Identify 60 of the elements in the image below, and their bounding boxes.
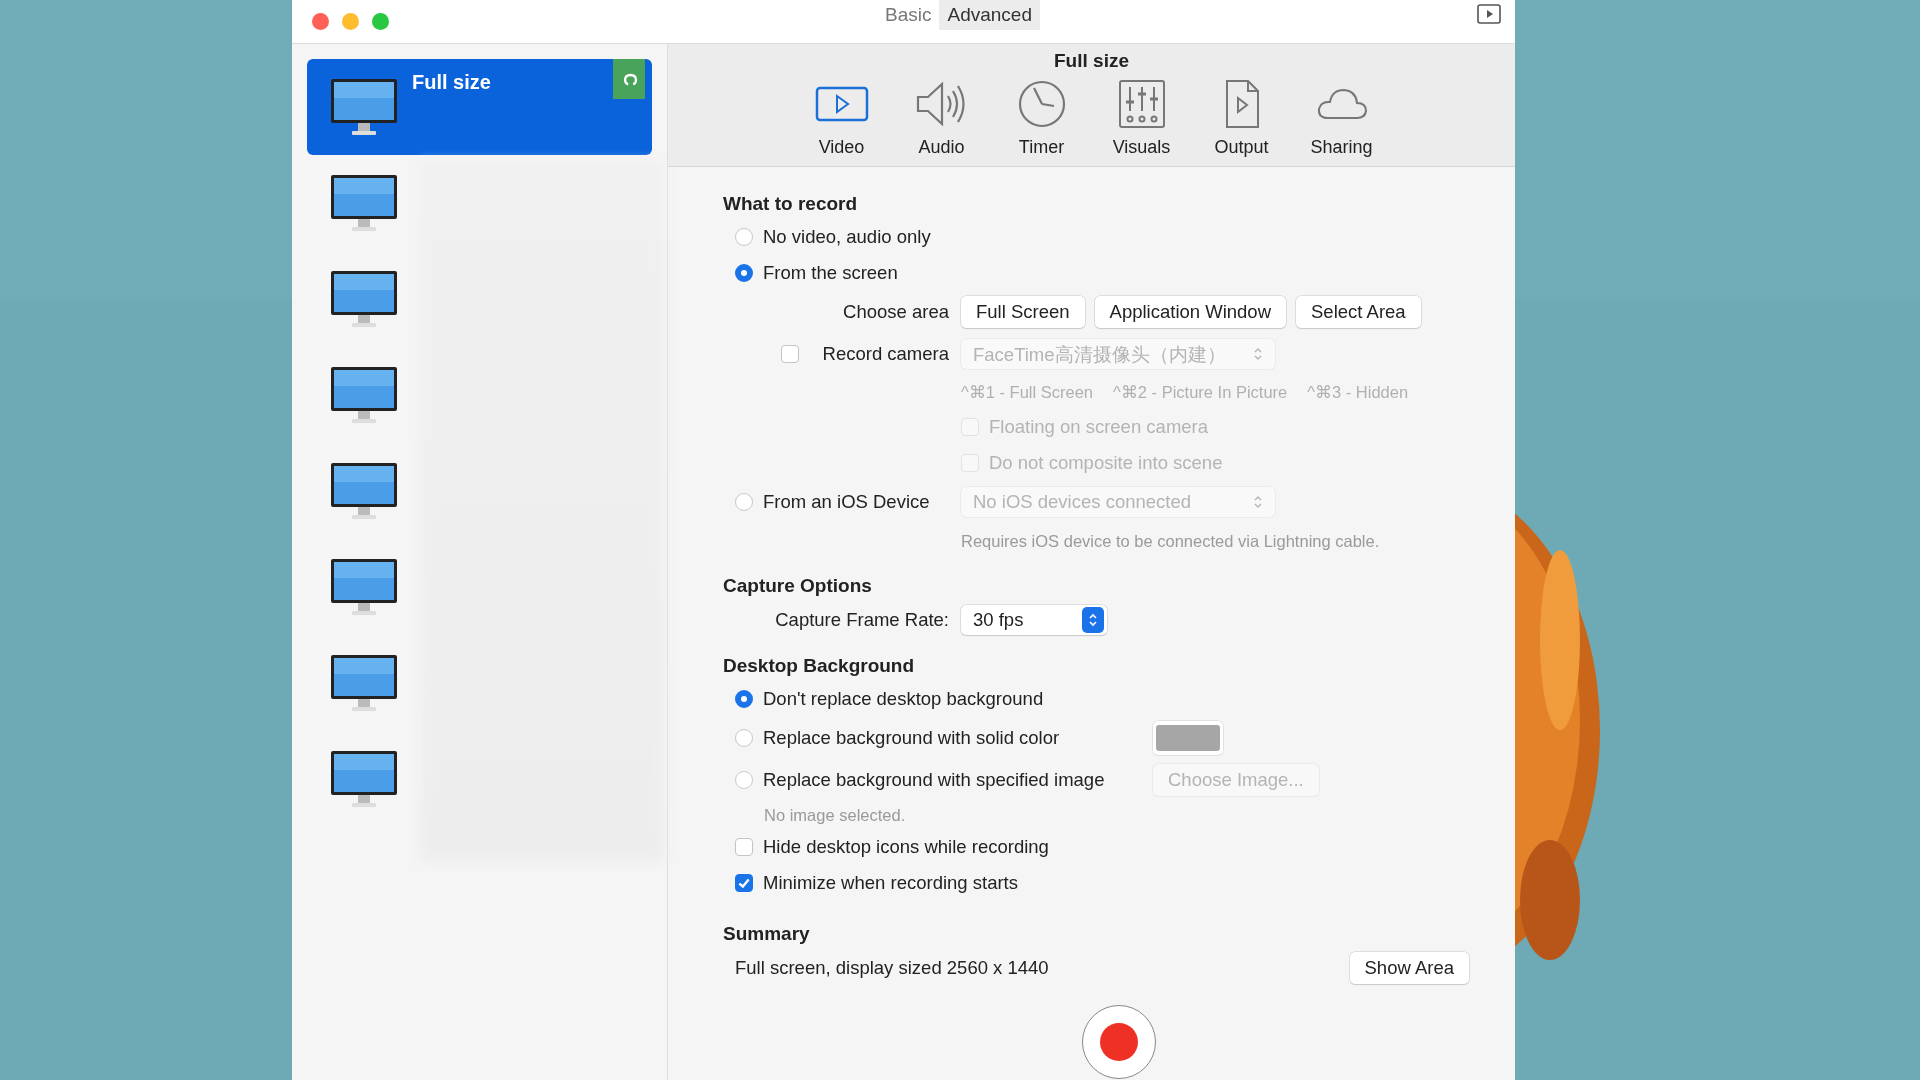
radio-button[interactable] — [735, 264, 753, 282]
option-label: Replace background with solid color — [763, 727, 1061, 749]
option-label: Don't replace desktop background — [763, 688, 1045, 710]
mode-tab[interactable]: Advanced — [939, 0, 1040, 30]
section-heading: Capture Options — [723, 574, 873, 598]
shortcut-hint: ^⌘2 - Picture In Picture — [1113, 382, 1288, 402]
toolbar-tab[interactable]: Timer — [995, 78, 1088, 158]
monitor-icon — [330, 462, 398, 520]
radio-button[interactable] — [735, 690, 753, 708]
toolbar-tab[interactable]: Video — [795, 78, 888, 158]
checkbox[interactable] — [735, 874, 753, 892]
shortcut-hint: ^⌘3 - Hidden — [1307, 382, 1409, 402]
section-heading: What to record — [723, 192, 859, 216]
monitor-icon — [330, 78, 398, 136]
chevron-icon — [1253, 346, 1263, 362]
item-title: Full size — [412, 71, 491, 94]
close-button[interactable] — [312, 13, 329, 30]
monitor-icon — [330, 558, 398, 616]
chevron-icon — [1253, 494, 1263, 510]
radio-button[interactable] — [735, 228, 753, 246]
option-label: No video, audio only — [763, 226, 931, 248]
monitor-icon — [330, 654, 398, 712]
summary-text: Full screen, display sized 2560 x 1440 — [735, 957, 1049, 979]
monitor-icon — [330, 270, 398, 328]
option-label: Replace background with specified image — [763, 769, 1106, 791]
option-label: Hide desktop icons while recording — [763, 836, 1049, 858]
play-icon[interactable] — [1477, 4, 1501, 24]
toolbar-tab[interactable]: Audio — [895, 78, 988, 158]
toolbar-tab[interactable]: Sharing — [1295, 78, 1388, 158]
option-label: Floating on screen camera — [989, 416, 1209, 438]
hint-text: No image selected. — [764, 805, 906, 825]
show-area-button[interactable]: Show Area — [1349, 952, 1469, 984]
shortcut-hint: ^⌘1 - Full Screen — [961, 382, 1094, 402]
hint-text: Requires iOS device to be connected via Lightning cable. — [961, 531, 1380, 551]
field-label: Record camera — [822, 343, 949, 365]
option-label: Minimize when recording starts — [763, 872, 1018, 894]
monitor-icon — [330, 174, 398, 232]
option-label: From an iOS Device — [763, 491, 930, 513]
area-button[interactable]: Select Area — [1296, 296, 1421, 328]
area-button[interactable]: Full Screen — [961, 296, 1085, 328]
field-label: Choose area — [843, 301, 949, 323]
option-label: Do not composite into scene — [989, 452, 1223, 474]
checkbox[interactable] — [735, 838, 753, 856]
pane-title: Full size — [1054, 50, 1129, 72]
option-label: From the screen — [763, 262, 898, 284]
area-button[interactable]: Application Window — [1094, 296, 1287, 328]
toolbar-tab[interactable]: Output — [1195, 78, 1288, 158]
radio-button[interactable] — [735, 729, 753, 747]
toolbar-tab[interactable]: Visuals — [1095, 78, 1188, 158]
zoom-button[interactable] — [372, 13, 389, 30]
item-badge: C — [613, 59, 645, 99]
stepper-icon — [1082, 607, 1104, 633]
field-label: Capture Frame Rate: — [775, 609, 949, 631]
sidebar-item[interactable]: Full size C — [307, 59, 652, 155]
monitor-icon — [330, 750, 398, 808]
section-heading: Summary — [723, 922, 811, 946]
section-heading: Desktop Background — [723, 654, 916, 678]
frame-rate-select[interactable]: 30 fps — [961, 605, 1107, 635]
color-well[interactable] — [1153, 721, 1223, 755]
monitor-icon — [330, 366, 398, 424]
